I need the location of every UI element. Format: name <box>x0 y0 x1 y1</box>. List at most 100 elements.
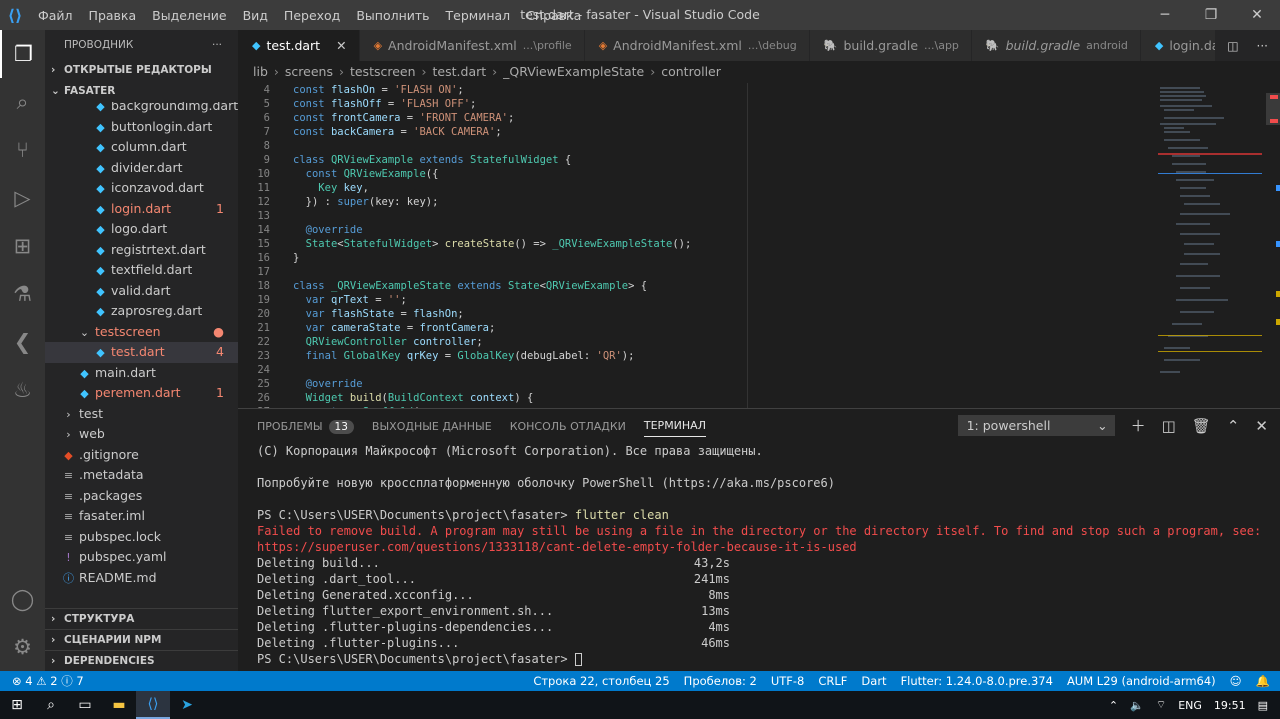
file-item[interactable]: ≡ fasater.iml <box>45 506 238 527</box>
file-item[interactable]: ◆ valid.dart <box>45 281 238 302</box>
file-item[interactable]: ◆ backgroundimg.dart <box>45 102 238 117</box>
restore-icon[interactable]: ❐ <box>1188 0 1234 30</box>
clock[interactable]: 19:51 <box>1214 699 1246 712</box>
tab-build-gradle[interactable]: 🐘 build.gradle ...\app <box>809 30 972 61</box>
tab-test-dart[interactable]: ◆ test.dart ✕ <box>238 30 360 61</box>
sidebar-section[interactable]: › СТРУКТУРА <box>45 608 238 629</box>
explorer-icon[interactable]: ❐ <box>0 30 45 78</box>
file-item[interactable]: ◆ column.dart <box>45 137 238 158</box>
menu-item-2[interactable]: Выделение <box>144 8 234 23</box>
menu-item-3[interactable]: Вид <box>235 8 276 23</box>
file-item[interactable]: ◆ registrtext.dart <box>45 240 238 261</box>
tab-debug-console[interactable]: КОНСОЛЬ ОТЛАДКИ <box>510 420 626 433</box>
tab-build-gradle[interactable]: 🐘 build.gradle android <box>971 30 1141 61</box>
telegram-icon[interactable]: ➤ <box>170 691 204 719</box>
cursor-position[interactable]: Строка 22, столбец 25 <box>533 674 669 688</box>
file-item[interactable]: ◆ login.dart 1 <box>45 199 238 220</box>
search-icon[interactable]: ⌕ <box>34 691 68 719</box>
split-terminal-icon[interactable]: ◫ <box>1162 417 1176 435</box>
language-mode[interactable]: Dart <box>861 674 886 688</box>
file-explorer-icon[interactable]: ▬ <box>102 691 136 719</box>
vscode-taskbar-icon[interactable]: ⟨⟩ <box>136 691 170 719</box>
tab-problems[interactable]: ПРОБЛЕМЫ 13 <box>257 419 354 434</box>
close-icon[interactable]: ✕ <box>1234 0 1280 30</box>
sidebar-section[interactable]: › СЦЕНАРИИ NPM <box>45 629 238 650</box>
new-terminal-icon[interactable]: ＋ <box>1131 415 1146 436</box>
bell-icon[interactable]: 🔔 <box>1256 674 1270 688</box>
file-item[interactable]: › web <box>45 424 238 445</box>
project-section[interactable]: ⌄ FASATER <box>45 81 238 102</box>
breadcrumb-item[interactable]: screens <box>285 61 333 83</box>
breadcrumb-item[interactable]: testscreen <box>350 61 416 83</box>
file-item[interactable]: ◆ textfield.dart <box>45 260 238 281</box>
file-item[interactable]: ◆ buttonlogin.dart <box>45 117 238 138</box>
firebase-icon[interactable]: ♨ <box>0 366 45 414</box>
flutter-icon[interactable]: ❮ <box>0 318 45 366</box>
file-item[interactable]: ◆ logo.dart <box>45 219 238 240</box>
windows-start-icon[interactable]: ⊞ <box>0 691 34 719</box>
sidebar-section[interactable]: › DEPENDENCIES <box>45 650 238 671</box>
breadcrumb-item[interactable]: test.dart <box>433 61 487 83</box>
menu-item-1[interactable]: Правка <box>81 8 145 23</box>
chevron-up-icon[interactable]: ⌃ <box>1109 699 1118 712</box>
language-indicator[interactable]: ENG <box>1178 699 1202 712</box>
breadcrumb-item[interactable]: _QRViewExampleState <box>503 61 644 83</box>
terminal-output[interactable]: (C) Корпорация Майкрософт (Microsoft Cor… <box>238 443 1280 667</box>
encoding[interactable]: UTF-8 <box>771 674 805 688</box>
menu-item-0[interactable]: Файл <box>30 8 81 23</box>
file-item[interactable]: ◆ main.dart <box>45 363 238 384</box>
file-item[interactable]: ◆ iconzavod.dart <box>45 178 238 199</box>
close-panel-icon[interactable]: ✕ <box>1255 417 1268 435</box>
feedback-icon[interactable]: ☺ <box>1230 674 1242 688</box>
file-item[interactable]: ◆ .gitignore <box>45 445 238 466</box>
file-item[interactable]: ≡ pubspec.lock <box>45 527 238 548</box>
file-item[interactable]: ⓘ README.md <box>45 568 238 589</box>
menu-item-7[interactable]: Справка <box>518 8 589 23</box>
problems-status[interactable]: ⊗ 4 ⚠ 2 ⓘ 7 <box>12 673 84 689</box>
tab-output[interactable]: ВЫХОДНЫЕ ДАННЫЕ <box>372 420 492 433</box>
menu-item-5[interactable]: Выполнить <box>348 8 437 23</box>
flutter-version[interactable]: Flutter: 1.24.0-8.0.pre.374 <box>901 674 1053 688</box>
breadcrumb-item[interactable]: lib <box>253 61 268 83</box>
task-view-icon[interactable]: ▭ <box>68 691 102 719</box>
tab-androidmanifest-xml[interactable]: ◈ AndroidManifest.xml ...\profile <box>359 30 585 61</box>
account-icon[interactable]: ◯ <box>0 575 45 623</box>
tab-terminal[interactable]: ТЕРМИНАЛ <box>643 419 706 437</box>
menu-item-6[interactable]: Терминал <box>438 8 519 23</box>
more-actions-icon[interactable]: ··· <box>212 30 222 60</box>
file-item[interactable]: ◆ divider.dart <box>45 158 238 179</box>
terminal-select[interactable]: 1: powershell ⌄ <box>957 415 1115 436</box>
file-item[interactable]: ⌄ testscreen ● <box>45 322 238 343</box>
search-icon[interactable]: ⌕ <box>0 78 45 126</box>
gear-icon[interactable]: ⚙ <box>0 623 45 671</box>
breadcrumb-item[interactable]: controller <box>661 61 721 83</box>
file-item[interactable]: ! pubspec.yaml <box>45 547 238 568</box>
editor-scrollbar[interactable] <box>1266 83 1280 408</box>
file-item[interactable]: ≡ .packages <box>45 486 238 507</box>
run-debug-icon[interactable]: ▷ <box>0 174 45 222</box>
menu-item-4[interactable]: Переход <box>276 8 348 23</box>
network-icon[interactable]: ⌔ <box>1156 698 1166 712</box>
close-tab-icon[interactable]: ✕ <box>336 30 346 61</box>
code-editor[interactable]: 4 const flashOn = 'FLASH ON'; 5 const flash… <box>238 83 1158 408</box>
source-control-icon[interactable]: ⑂ <box>0 126 45 174</box>
file-item[interactable]: ≡ .metadata <box>45 465 238 486</box>
volume-icon[interactable]: 🔈 <box>1130 699 1144 712</box>
minimap[interactable] <box>1158 83 1262 408</box>
device-selector[interactable]: AUM L29 (android-arm64) <box>1067 674 1216 688</box>
open-editors-section[interactable]: › ОТКРЫТЫЕ РЕДАКТОРЫ <box>45 60 238 81</box>
split-editor-icon[interactable]: ◫ <box>1227 39 1238 53</box>
indentation[interactable]: Пробелов: 2 <box>684 674 757 688</box>
more-icon[interactable]: ··· <box>1257 39 1268 53</box>
trash-icon[interactable]: 🗑 <box>1192 417 1211 435</box>
tab-androidmanifest-xml[interactable]: ◈ AndroidManifest.xml ...\debug <box>584 30 810 61</box>
file-item[interactable]: › test <box>45 404 238 425</box>
file-item[interactable]: ◆ zaprosreg.dart <box>45 301 238 322</box>
line-ending[interactable]: CRLF <box>818 674 847 688</box>
notifications-icon[interactable]: ▤ <box>1258 699 1268 712</box>
minimize-icon[interactable]: ─ <box>1142 0 1188 30</box>
maximize-panel-icon[interactable]: ⌃ <box>1227 417 1240 435</box>
file-item[interactable]: ◆ test.dart 4 <box>45 342 238 363</box>
testing-icon[interactable]: ⚗ <box>0 270 45 318</box>
file-item[interactable]: ◆ peremen.dart 1 <box>45 383 238 404</box>
